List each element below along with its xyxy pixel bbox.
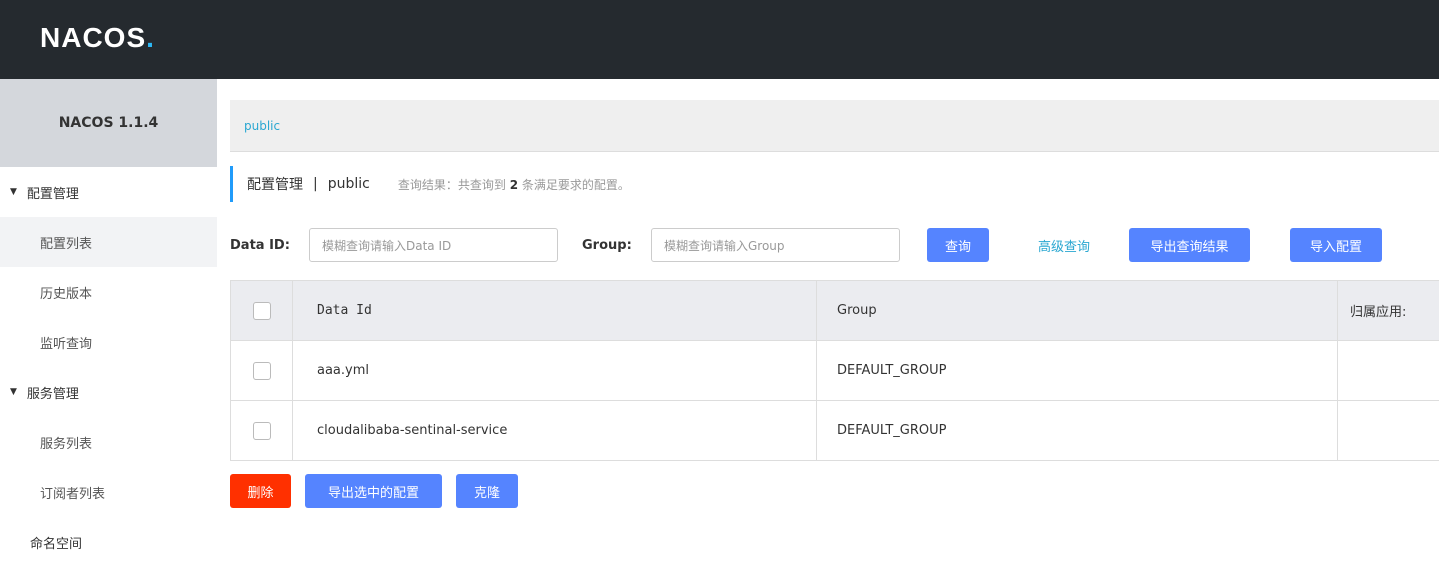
nacos-logo[interactable]: NACOS. [40,22,155,54]
sidebar-group-label: 服务管理 [26,386,79,402]
version-label: NACOS 1.1.4 [0,79,217,167]
select-all-checkbox[interactable] [252,301,271,320]
logo-text: NACOS [40,22,147,53]
table-row: aaa.yml DEFAULT_GROUP [230,341,1439,401]
query-summary: 查询结果：共查询到 2 条满足要求的配置。 [398,176,630,193]
caret-down-icon: ▼ [10,387,17,397]
sidebar-item-config-list[interactable]: 配置列表 [0,217,217,267]
logo-dot: . [146,22,155,53]
row-checkbox[interactable] [252,421,271,440]
title-accent-bar [230,166,233,202]
header-data-id[interactable]: Data Id [292,281,816,340]
cell-group: DEFAULT_GROUP [816,341,1337,400]
sidebar-item-history[interactable]: 历史版本 [0,267,217,317]
namespace-link-public[interactable]: public [244,119,280,133]
summary-suffix: 条满足要求的配置。 [521,177,630,192]
sidebar-item-service-list[interactable]: 服务列表 [0,417,217,467]
delete-button[interactable]: 删除 [230,474,291,508]
row-select-cell [230,341,292,400]
table-row: cloudalibaba-sentinal-service DEFAULT_GR… [230,401,1439,461]
sidebar-item-subscriber-list[interactable]: 订阅者列表 [0,467,217,517]
summary-count: 2 [509,177,519,192]
search-form: Data ID: 模糊查询请输入Data ID Group: 模糊查询请输入Gr… [230,228,1439,262]
title-main: 配置管理 [247,177,303,193]
row-select-cell [230,401,292,460]
main-content: public 配置管理 | public 查询结果：共查询到 2 条满足要求的配… [230,100,1439,508]
cell-data-id: cloudalibaba-sentinal-service [292,401,816,460]
sidebar-group-config[interactable]: ▼ 配置管理 [0,167,217,217]
clone-button[interactable]: 克隆 [456,474,518,508]
sidebar-group-service[interactable]: ▼ 服务管理 [0,367,217,417]
sidebar-group-label: 配置管理 [26,186,79,202]
row-checkbox[interactable] [252,361,271,380]
export-selected-button[interactable]: 导出选中的配置 [305,474,442,508]
page-title: 配置管理 | public 查询结果：共查询到 2 条满足要求的配置。 [230,166,630,202]
sidebar-item-listener-query[interactable]: 监听查询 [0,317,217,367]
group-label: Group: [582,237,632,253]
title-namespace: public [327,176,370,192]
export-query-button[interactable]: 导出查询结果 [1129,228,1250,262]
select-all-cell [230,281,292,340]
summary-prefix: 查询结果：共查询到 [397,177,506,192]
caret-down-icon: ▼ [10,187,17,197]
query-button[interactable]: 查询 [927,228,989,262]
cell-data-id: aaa.yml [292,341,816,400]
sidebar: NACOS 1.1.4 ▼ 配置管理 配置列表 历史版本 监听查询 ▼ 服务管理… [0,79,217,557]
dataid-input[interactable]: 模糊查询请输入Data ID [309,228,558,262]
namespace-bar: public [230,100,1439,152]
group-input[interactable]: 模糊查询请输入Group [651,228,900,262]
cell-group: DEFAULT_GROUP [816,401,1337,460]
title-separator: | [313,176,318,192]
header-group[interactable]: Group [816,281,1337,340]
config-table: Data Id Group 归属应用: aaa.yml DEFAULT_GROU… [230,280,1439,461]
table-header-row: Data Id Group 归属应用: [230,281,1439,341]
cell-app [1337,341,1439,400]
top-navbar: NACOS. [0,0,1439,79]
advanced-query-link[interactable]: 高级查询 [1038,228,1090,262]
header-app[interactable]: 归属应用: [1337,281,1439,340]
cell-app [1337,401,1439,460]
sidebar-item-namespace[interactable]: 命名空间 [0,517,217,567]
dataid-label: Data ID: [230,237,290,253]
import-config-button[interactable]: 导入配置 [1290,228,1382,262]
